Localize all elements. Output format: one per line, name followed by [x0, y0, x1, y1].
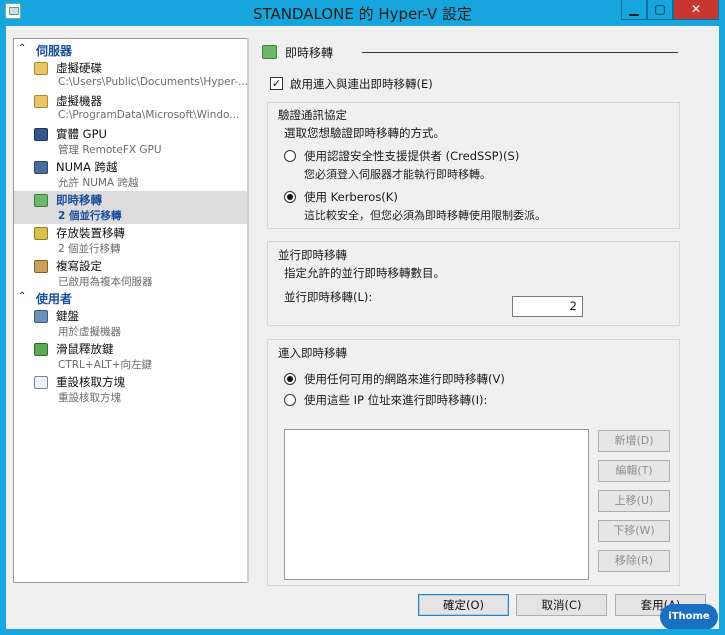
cancel-button[interactable]: 取消(C)	[516, 594, 607, 616]
close-button[interactable]: ✕	[673, 0, 719, 20]
checkbox-checked-icon[interactable]: ✓	[270, 77, 283, 90]
maximize-button[interactable]: ▢	[647, 0, 673, 20]
title-bar: STANDALONE 的 Hyper-V 設定 ▁ ▢ ✕	[0, 0, 725, 26]
minimize-button[interactable]: ▁	[621, 0, 647, 20]
sidebar-item-storage-migration[interactable]: 存放裝置移轉 2 個並行移轉	[14, 224, 248, 257]
concurrent-migrations-label: 並行即時移轉(L):	[284, 290, 373, 304]
sidebar-item-mouse-release-key[interactable]: 滑鼠釋放鍵 CTRL+ALT+向左鍵	[14, 340, 248, 373]
pane-splitter[interactable]	[247, 38, 249, 583]
page-title: 即時移轉	[285, 46, 334, 60]
edit-button[interactable]: 編輯(T)	[598, 460, 670, 482]
concurrent-migrations-group: 並行即時移轉 指定允許的並行即時移轉數目。 並行即時移轉(L):	[267, 241, 680, 326]
group-title: 連入即時移轉	[278, 346, 347, 360]
ip-address-list[interactable]	[284, 429, 589, 580]
ok-button[interactable]: 確定(O)	[418, 594, 509, 616]
group-description: 選取您想驗證即時移轉的方式。	[284, 126, 445, 140]
header-divider	[362, 52, 678, 53]
group-title: 驗證通訊協定	[278, 108, 347, 122]
chevron-up-icon: ⌃	[18, 43, 27, 54]
move-down-button[interactable]: 下移(W)	[598, 520, 670, 542]
radio-icon[interactable]	[284, 394, 296, 406]
section-header-server[interactable]: ⌃ 伺服器	[14, 42, 248, 58]
group-title: 並行即時移轉	[278, 248, 347, 262]
any-network-radio[interactable]: 使用任何可用的網路來進行即時移轉(V)	[284, 371, 664, 387]
storage-migration-icon	[34, 227, 48, 240]
bottom-frame-edge	[0, 629, 725, 635]
kerberos-description: 這比較安全，但您必須為即時移轉使用限制委派。	[304, 209, 546, 222]
keyboard-icon	[34, 310, 48, 323]
sidebar-item-physical-gpu[interactable]: 實體 GPU 管理 RemoteFX GPU	[14, 125, 248, 158]
authentication-protocol-group: 驗證通訊協定 選取您想驗證即時移轉的方式。 使用認證安全性支援提供者 (Cred…	[267, 102, 680, 229]
add-button[interactable]: 新增(D)	[598, 430, 670, 452]
radio-selected-icon[interactable]	[284, 191, 296, 203]
credssp-radio[interactable]: 使用認證安全性支援提供者 (CredSSP)(S)	[284, 148, 664, 164]
group-description: 指定允許的並行即時移轉數目。	[284, 266, 445, 280]
radio-icon[interactable]	[284, 150, 296, 162]
remove-button[interactable]: 移除(R)	[598, 550, 670, 572]
ithome-watermark-logo: iThome	[660, 604, 718, 630]
chevron-up-icon: ⌃	[18, 291, 27, 302]
specific-ip-radio[interactable]: 使用這些 IP 位址來進行即時移轉(I):	[284, 392, 664, 408]
numa-icon	[34, 161, 48, 174]
checkbox-reset-icon	[34, 376, 48, 389]
settings-tree: ⌃ 伺服器 虛擬硬碟 C:\Users\Public\Documents\Hyp…	[13, 38, 249, 583]
page-header: 即時移轉	[258, 44, 678, 62]
live-migration-icon	[34, 194, 48, 207]
sidebar-item-numa-spanning[interactable]: NUMA 跨越 允許 NUMA 跨越	[14, 158, 248, 191]
mouse-icon	[34, 343, 48, 356]
sidebar-item-virtual-machines[interactable]: 虛擬機器 C:\ProgramData\Microsoft\Windo...	[14, 92, 248, 125]
sidebar-item-keyboard[interactable]: 鍵盤 用於虛擬機器	[14, 307, 248, 340]
move-up-button[interactable]: 上移(U)	[598, 490, 670, 512]
window-title: STANDALONE 的 Hyper-V 設定	[252, 5, 473, 23]
concurrent-migrations-input[interactable]: 2	[512, 296, 583, 317]
sidebar-item-replication[interactable]: 複寫設定 已啟用為複本伺服器	[14, 257, 248, 290]
sidebar-item-reset-checkboxes[interactable]: 重設核取方塊 重設核取方塊	[14, 373, 248, 406]
enable-live-migration-checkbox[interactable]: ✓ 啟用連入與連出即時移轉(E)	[270, 76, 570, 92]
section-header-user[interactable]: ⌃ 使用者	[14, 290, 248, 306]
kerberos-radio[interactable]: 使用 Kerberos(K)	[284, 189, 664, 205]
replication-icon	[34, 260, 48, 273]
settings-panel: 即時移轉 ✓ 啟用連入與連出即時移轉(E) 驗證通訊協定 選取您想驗證即時移轉的…	[258, 38, 714, 586]
credssp-description: 您必須登入伺服器才能執行即時移轉。	[304, 168, 491, 181]
folder-icon	[34, 95, 48, 108]
sidebar-item-live-migration[interactable]: 即時移轉 2 個並行移轉	[14, 191, 248, 224]
folder-icon	[34, 62, 48, 75]
sidebar-item-virtual-disks[interactable]: 虛擬硬碟 C:\Users\Public\Documents\Hyper-...	[14, 59, 248, 92]
monitor-icon	[34, 128, 48, 141]
radio-selected-icon[interactable]	[284, 373, 296, 385]
live-migration-icon	[262, 45, 277, 59]
dialog-body: ⌃ 伺服器 虛擬硬碟 C:\Users\Public\Documents\Hyp…	[6, 26, 719, 629]
